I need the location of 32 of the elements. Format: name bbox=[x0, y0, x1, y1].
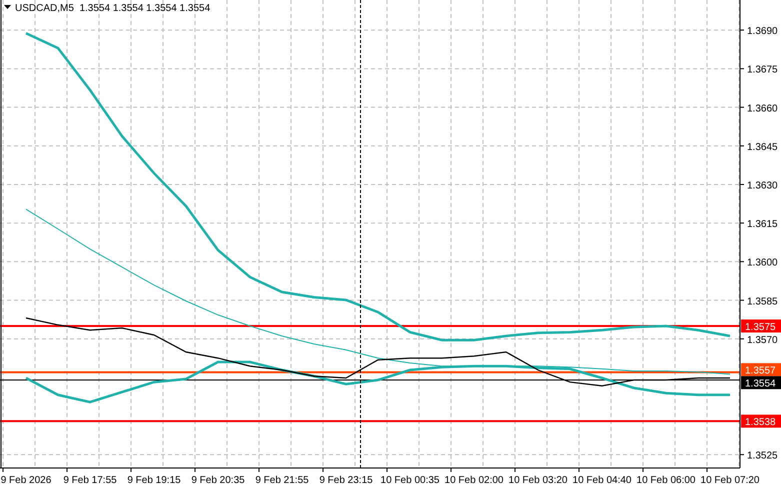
time-axis-label: 9 Feb 23:15 bbox=[319, 475, 373, 486]
time-axis-label: 10 Feb 04:40 bbox=[572, 475, 632, 486]
price-tag: 1.3557 bbox=[741, 363, 781, 377]
price-axis-label: 1.3645 bbox=[747, 142, 778, 153]
time-axis-label: 10 Feb 06:00 bbox=[636, 475, 696, 486]
price-axis-label: 1.3600 bbox=[747, 258, 778, 269]
price-tag: 1.3538 bbox=[741, 414, 781, 428]
ref-line-label: 1.3538 bbox=[745, 417, 776, 428]
time-axis-label: 10 Feb 03:20 bbox=[508, 475, 568, 486]
time-axis-label: 9 Feb 19:15 bbox=[127, 475, 181, 486]
ref-line-label: 1.3557 bbox=[745, 366, 776, 377]
price-axis-label: 1.3675 bbox=[747, 64, 778, 76]
price-axis-label: 1.3660 bbox=[747, 103, 778, 114]
price-axis-label: 1.3690 bbox=[747, 26, 778, 38]
price-axis-label: 1.3585 bbox=[747, 296, 778, 308]
caret-icon[interactable] bbox=[4, 5, 11, 9]
time-axis-label: 9 Feb 17:55 bbox=[63, 475, 117, 486]
time-axis-label: 9 Feb 2026 bbox=[0, 475, 52, 486]
price-axis-label: 1.3630 bbox=[747, 180, 778, 192]
time-axis-label: 9 Feb 20:35 bbox=[191, 475, 245, 486]
chart-title: USDCAD,M5 1.3554 1.3554 1.3554 1.3554 bbox=[15, 3, 210, 14]
time-axis-label: 9 Feb 21:55 bbox=[255, 475, 309, 486]
time-axis-label: 10 Feb 00:35 bbox=[380, 475, 440, 486]
price-tag: 1.3554 bbox=[741, 376, 781, 390]
price-tag: 1.3575 bbox=[741, 319, 781, 333]
price-axis-label: 1.3570 bbox=[747, 334, 778, 346]
ref-line-label: 1.3554 bbox=[745, 378, 776, 390]
price-axis-label: 1.3615 bbox=[747, 219, 778, 230]
price-axis-label: 1.3525 bbox=[747, 450, 778, 462]
ref-line-label: 1.3575 bbox=[745, 322, 776, 333]
time-axis-label: 10 Feb 02:00 bbox=[444, 475, 504, 486]
time-axis-label: 10 Feb 07:20 bbox=[700, 475, 760, 486]
